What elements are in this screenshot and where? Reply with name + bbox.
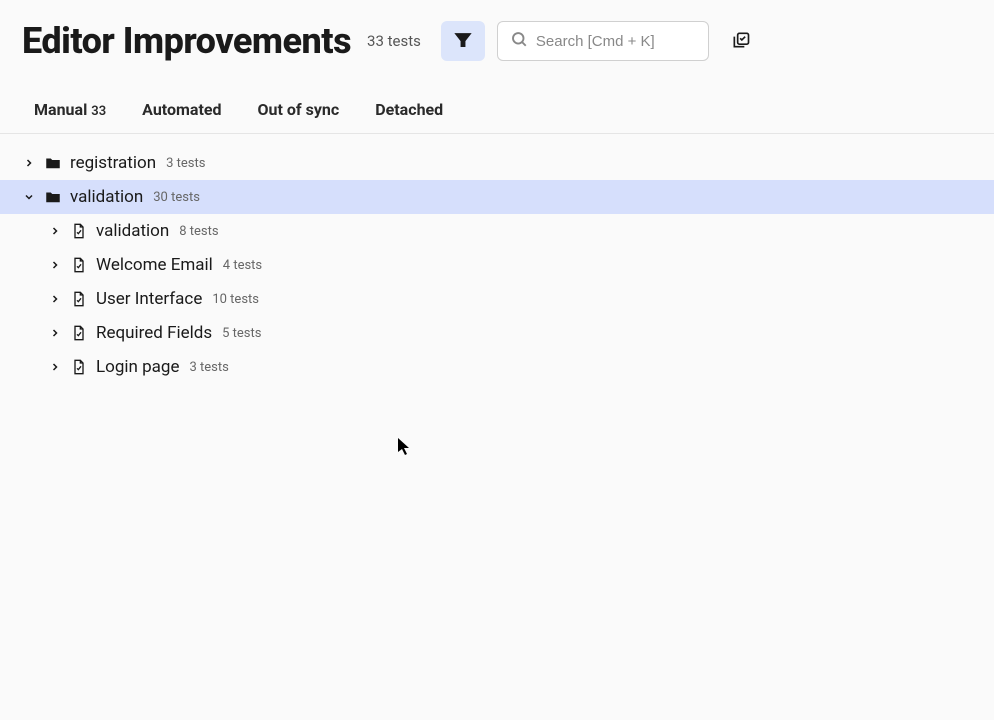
chevron-right-icon bbox=[22, 156, 36, 170]
tree: registration 3 tests validation 30 tests bbox=[0, 134, 994, 384]
folder-icon bbox=[44, 188, 62, 206]
copy-checklist-icon bbox=[731, 30, 751, 53]
file-count: 4 tests bbox=[223, 258, 262, 273]
filter-icon bbox=[454, 31, 472, 52]
file-count: 3 tests bbox=[190, 360, 229, 375]
file-label: validation bbox=[96, 221, 169, 241]
search-input[interactable] bbox=[536, 33, 696, 50]
chevron-right-icon bbox=[48, 224, 62, 238]
chevron-right-icon bbox=[48, 326, 62, 340]
chevron-right-icon bbox=[48, 258, 62, 272]
file-label: Login page bbox=[96, 357, 180, 377]
file-label: Welcome Email bbox=[96, 255, 213, 275]
file-row-login-page[interactable]: Login page 3 tests bbox=[0, 350, 994, 384]
file-row-user-interface[interactable]: User Interface 10 tests bbox=[0, 282, 994, 316]
tab-automated[interactable]: Automated bbox=[142, 100, 221, 119]
file-count: 8 tests bbox=[179, 224, 218, 239]
search-icon bbox=[510, 30, 528, 52]
test-count: 33 tests bbox=[367, 32, 421, 50]
search-box[interactable] bbox=[497, 21, 709, 61]
tab-label: Out of sync bbox=[258, 100, 340, 119]
chevron-down-icon bbox=[22, 190, 36, 204]
tabs: Manual 33 Automated Out of sync Detached bbox=[0, 72, 994, 134]
file-check-icon bbox=[70, 256, 88, 274]
file-check-icon bbox=[70, 324, 88, 342]
file-count: 5 tests bbox=[222, 326, 261, 341]
folder-icon bbox=[44, 154, 62, 172]
folder-label: registration bbox=[70, 153, 156, 173]
tab-manual[interactable]: Manual 33 bbox=[34, 100, 106, 119]
file-label: User Interface bbox=[96, 289, 202, 309]
file-count: 10 tests bbox=[212, 292, 259, 307]
chevron-right-icon bbox=[48, 360, 62, 374]
file-label: Required Fields bbox=[96, 323, 212, 343]
tab-label: Detached bbox=[375, 100, 443, 119]
tab-detached[interactable]: Detached bbox=[375, 100, 443, 119]
file-check-icon bbox=[70, 290, 88, 308]
file-check-icon bbox=[70, 358, 88, 376]
copy-checklist-button[interactable] bbox=[721, 21, 761, 61]
tab-count: 33 bbox=[91, 104, 106, 119]
file-row-required-fields[interactable]: Required Fields 5 tests bbox=[0, 316, 994, 350]
folder-count: 3 tests bbox=[166, 156, 205, 171]
filter-button[interactable] bbox=[441, 21, 485, 61]
folder-label: validation bbox=[70, 187, 143, 207]
chevron-right-icon bbox=[48, 292, 62, 306]
page-title: Editor Improvements bbox=[22, 20, 351, 62]
tab-out-of-sync[interactable]: Out of sync bbox=[258, 100, 340, 119]
file-check-icon bbox=[70, 222, 88, 240]
tab-label: Manual bbox=[34, 100, 87, 119]
file-row-welcome-email[interactable]: Welcome Email 4 tests bbox=[0, 248, 994, 282]
cursor-icon bbox=[398, 438, 412, 460]
file-row-validation[interactable]: validation 8 tests bbox=[0, 214, 994, 248]
tab-label: Automated bbox=[142, 100, 221, 119]
header: Editor Improvements 33 tests bbox=[0, 0, 994, 72]
folder-row-validation[interactable]: validation 30 tests bbox=[0, 180, 994, 214]
folder-row-registration[interactable]: registration 3 tests bbox=[0, 146, 994, 180]
folder-count: 30 tests bbox=[153, 190, 200, 205]
